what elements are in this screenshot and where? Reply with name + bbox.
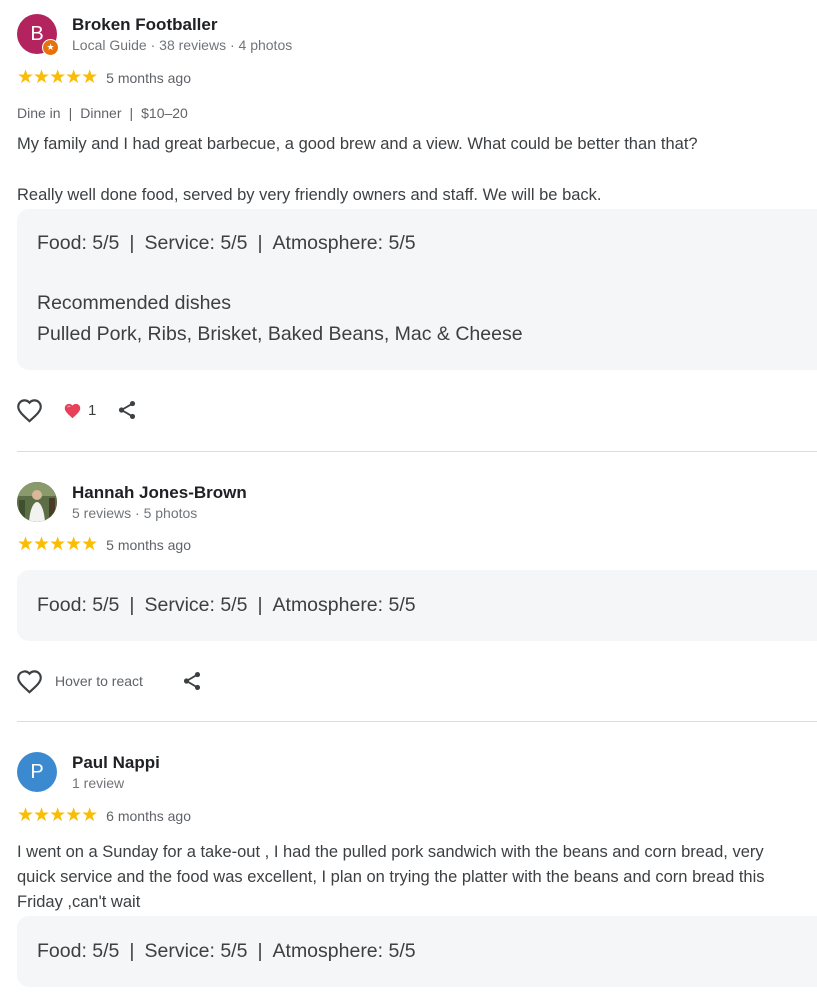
review-actions: Hover to react [16, 666, 203, 696]
reviewer-name[interactable]: Paul Nappi [72, 753, 160, 773]
star-rating: ★★★★★ [17, 805, 98, 826]
reviewer-meta[interactable]: 5 reviews · 5 photos [72, 504, 247, 522]
star-rating: ★★★★★ [17, 534, 98, 555]
review-text: My family and I had great barbecue, a go… [17, 132, 817, 208]
review-time: 6 months ago [106, 808, 192, 824]
review-text: I went on a Sunday for a take-out , I ha… [17, 840, 817, 915]
separator: | [129, 105, 134, 121]
review-time: 5 months ago [106, 70, 192, 86]
reviewer-header: P Paul Nappi 1 review [17, 752, 160, 792]
rating-row: ★★★★★ 5 months ago [17, 68, 191, 88]
ratings-panel: Food: 5/5 | Service: 5/5 | Atmosphere: 5/5 [17, 916, 817, 987]
separator: | [129, 594, 135, 616]
review-text-line: I went on a Sunday for a take-out , I ha… [17, 843, 764, 861]
reviewer-name[interactable]: Broken Footballer [72, 15, 292, 35]
atmosphere-rating: Atmosphere: 5/5 [272, 940, 416, 962]
avatar[interactable]: B ★ [17, 14, 59, 56]
heart-outline-icon[interactable] [16, 669, 43, 694]
recommended-dishes: Pulled Pork, Ribs, Brisket, Baked Beans,… [37, 323, 523, 345]
separator: | [257, 940, 263, 962]
avatar-photo [17, 482, 57, 522]
subratings: Food: 5/5 | Service: 5/5 | Atmosphere: 5/5 [37, 594, 416, 617]
review-text-line: quick service and the food was excellent… [17, 868, 765, 886]
divider [17, 451, 817, 452]
review-card: P Paul Nappi 1 review [0, 752, 160, 792]
subratings: Food: 5/5 | Service: 5/5 | Atmosphere: 5/5 [37, 232, 416, 255]
review-actions: 1 [16, 395, 138, 425]
service-rating: Service: 5/5 [144, 940, 248, 962]
atmosphere-rating: Atmosphere: 5/5 [272, 232, 416, 254]
divider [17, 721, 817, 722]
share-icon[interactable] [181, 670, 203, 692]
food-rating: Food: 5/5 [37, 232, 120, 254]
avatar[interactable] [17, 482, 57, 522]
reviewer-header: Hannah Jones-Brown 5 reviews · 5 photos [17, 482, 247, 522]
separator: | [129, 232, 135, 254]
attr-meal-type: Dinner [80, 105, 122, 121]
visit-attributes: Dine in | Dinner | $10–20 [17, 104, 188, 122]
review-text-line: My family and I had great barbecue, a go… [17, 135, 698, 153]
separator: | [129, 940, 135, 962]
separator: | [257, 594, 263, 616]
reviewer-header: B ★ Broken Footballer Local Guide · 38 r… [17, 14, 292, 56]
separator: | [68, 105, 73, 121]
local-guide-star-icon: ★ [42, 39, 59, 56]
rating-row: ★★★★★ 6 months ago [17, 806, 191, 826]
ratings-panel: Food: 5/5 | Service: 5/5 | Atmosphere: 5/5 R… [17, 209, 817, 370]
service-rating: Service: 5/5 [144, 594, 248, 616]
reviewer-name[interactable]: Hannah Jones-Brown [72, 483, 247, 503]
review-text-line: Friday ,can't wait [17, 893, 141, 911]
attr-price: $10–20 [141, 105, 188, 121]
review-card: B ★ Broken Footballer Local Guide · 38 r… [0, 14, 292, 56]
subratings: Food: 5/5 | Service: 5/5 | Atmosphere: 5/5 [37, 940, 416, 963]
rating-row: ★★★★★ 5 months ago [17, 535, 191, 555]
review-time: 5 months ago [106, 537, 192, 553]
reviewer-meta[interactable]: 1 review [72, 774, 160, 792]
reaction-count: 1 [88, 401, 97, 419]
star-rating: ★★★★★ [17, 67, 98, 88]
attr-service-type: Dine in [17, 105, 61, 121]
atmosphere-rating: Atmosphere: 5/5 [272, 594, 416, 616]
recommended-dishes-label: Recommended dishes [37, 292, 232, 314]
review-card: Hannah Jones-Brown 5 reviews · 5 photos [0, 482, 247, 522]
avatar-initial: P [30, 760, 44, 783]
heart-outline-icon[interactable] [16, 398, 43, 423]
hover-to-react-label[interactable]: Hover to react [55, 673, 143, 689]
red-heart-reaction-icon[interactable] [63, 402, 82, 419]
food-rating: Food: 5/5 [37, 940, 120, 962]
service-rating: Service: 5/5 [144, 232, 248, 254]
ratings-panel: Food: 5/5 | Service: 5/5 | Atmosphere: 5/5 [17, 570, 817, 641]
avatar[interactable]: P [17, 752, 57, 792]
review-text-line: Really well done food, served by very fr… [17, 186, 602, 204]
share-icon[interactable] [116, 399, 138, 421]
reviewer-meta[interactable]: Local Guide · 38 reviews · 4 photos [72, 36, 292, 54]
avatar-initial: B [30, 22, 44, 45]
food-rating: Food: 5/5 [37, 594, 120, 616]
separator: | [257, 232, 263, 254]
